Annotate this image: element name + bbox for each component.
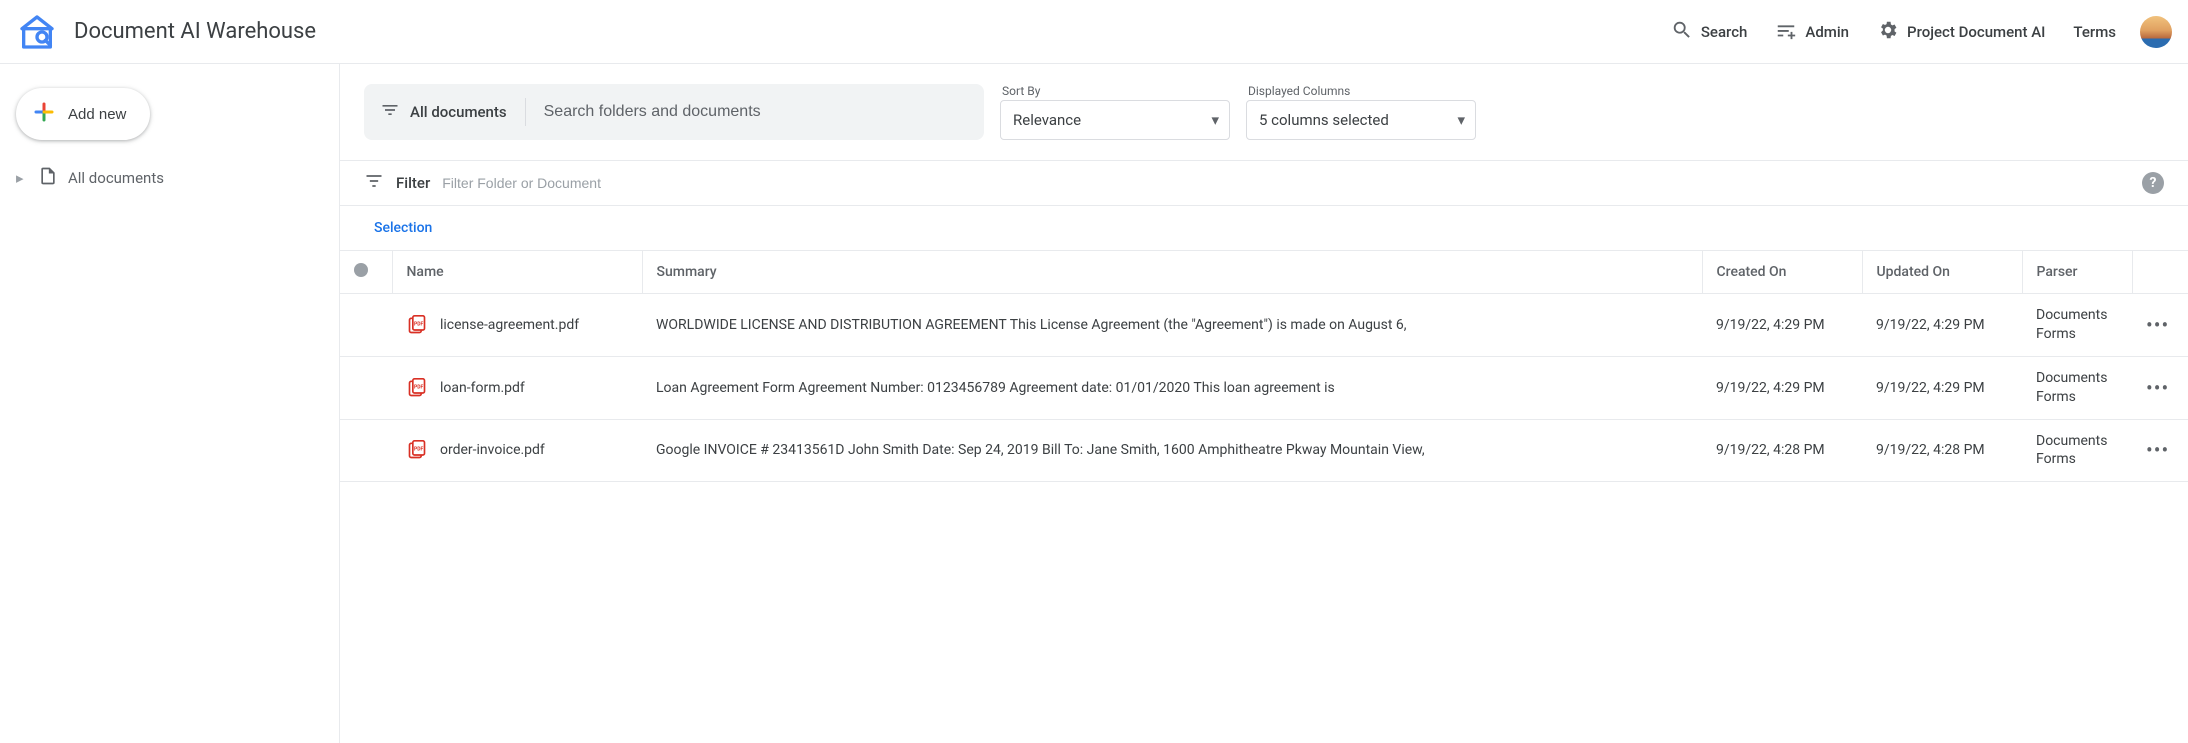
doc-parser-2: Forms <box>2036 388 2118 407</box>
filter-label: Filter <box>396 174 430 192</box>
svg-text:PDF: PDF <box>414 384 423 390</box>
gear-icon <box>1877 19 1899 45</box>
svg-text:PDF: PDF <box>414 447 423 453</box>
col-header-summary[interactable]: Summary <box>642 251 1702 294</box>
doc-updated: 9/19/22, 4:29 PM <box>1862 294 2022 357</box>
documents-table: Name Summary Created On Updated On Parse… <box>340 251 2188 482</box>
sort-by-select[interactable]: Relevance ▾ <box>1000 100 1230 140</box>
doc-updated: 9/19/22, 4:29 PM <box>1862 356 2022 419</box>
app-title: Document AI Warehouse <box>74 19 316 44</box>
doc-created: 9/19/22, 4:29 PM <box>1702 356 1862 419</box>
search-scope-dropdown[interactable]: All documents <box>380 98 526 126</box>
doc-parser-1: Documents <box>2036 432 2118 451</box>
sidebar-item-all-documents[interactable]: ▸ All documents <box>12 160 327 196</box>
document-icon <box>38 166 58 190</box>
search-icon <box>1671 19 1693 45</box>
doc-summary: WORLDWIDE LICENSE AND DISTRIBUTION AGREE… <box>656 315 1688 335</box>
col-header-parser[interactable]: Parser <box>2022 251 2132 294</box>
doc-summary: Loan Agreement Form Agreement Number: 01… <box>656 378 1688 398</box>
select-all-toggle[interactable] <box>354 263 368 277</box>
pdf-icon: PDF <box>406 439 428 461</box>
doc-parser-2: Forms <box>2036 450 2118 469</box>
avatar[interactable] <box>2140 16 2172 48</box>
row-more-menu[interactable]: ••• <box>2146 376 2169 400</box>
admin-button[interactable]: Admin <box>1775 19 1849 45</box>
doc-created: 9/19/22, 4:29 PM <box>1702 294 1862 357</box>
doc-created: 9/19/22, 4:28 PM <box>1702 419 1862 482</box>
sidebar: Add new ▸ All documents <box>0 64 340 743</box>
svg-text:PDF: PDF <box>414 321 423 327</box>
row-more-menu[interactable]: ••• <box>2146 438 2169 462</box>
displayed-columns-select[interactable]: 5 columns selected ▾ <box>1246 100 1476 140</box>
search-bar: All documents <box>364 84 984 140</box>
doc-name: license-agreement.pdf <box>440 317 579 333</box>
table-row[interactable]: PDF order-invoice.pdf Google INVOICE # 2… <box>340 419 2188 482</box>
col-header-created[interactable]: Created On <box>1702 251 1862 294</box>
doc-name: order-invoice.pdf <box>440 442 545 458</box>
main-panel: All documents Sort By Relevance ▾ Displa… <box>340 64 2188 743</box>
help-icon[interactable]: ? <box>2142 172 2164 194</box>
add-new-button[interactable]: Add new <box>16 88 150 140</box>
table-row[interactable]: PDF loan-form.pdf Loan Agreement Form Ag… <box>340 356 2188 419</box>
doc-parser-2: Forms <box>2036 325 2118 344</box>
filter-list-icon <box>380 100 400 124</box>
pdf-icon: PDF <box>406 377 428 399</box>
doc-name: loan-form.pdf <box>440 380 525 396</box>
doc-summary: Google INVOICE # 23413561D John Smith Da… <box>656 440 1688 460</box>
terms-label: Terms <box>2073 23 2116 41</box>
row-more-menu[interactable]: ••• <box>2146 313 2169 337</box>
table-header-row: Name Summary Created On Updated On Parse… <box>340 251 2188 294</box>
topbar: Document AI Warehouse Search Admin Proje… <box>0 0 2188 64</box>
search-scope-label: All documents <box>410 103 507 121</box>
project-label: Project Document AI <box>1907 23 2045 41</box>
chevron-down-icon: ▾ <box>1457 111 1465 129</box>
admin-label: Admin <box>1805 23 1849 41</box>
search-label: Search <box>1701 23 1748 41</box>
displayed-columns-label: Displayed Columns <box>1246 84 1476 98</box>
sort-by-control: Sort By Relevance ▾ <box>1000 84 1230 140</box>
plus-icon <box>32 100 56 128</box>
chevron-down-icon: ▾ <box>1211 111 1219 129</box>
project-button[interactable]: Project Document AI <box>1877 19 2045 45</box>
add-new-label: Add new <box>68 106 126 123</box>
app-logo <box>16 11 58 53</box>
sort-by-label: Sort By <box>1000 84 1230 98</box>
displayed-columns-value: 5 columns selected <box>1259 111 1389 129</box>
doc-parser-1: Documents <box>2036 369 2118 388</box>
filter-input[interactable] <box>442 175 742 191</box>
col-header-updated[interactable]: Updated On <box>1862 251 2022 294</box>
doc-updated: 9/19/22, 4:28 PM <box>1862 419 2022 482</box>
selection-link[interactable]: Selection <box>374 220 432 236</box>
filter-icon <box>364 171 384 195</box>
sort-by-value: Relevance <box>1013 111 1081 129</box>
doc-parser-1: Documents <box>2036 306 2118 325</box>
search-input[interactable] <box>544 103 968 121</box>
terms-link[interactable]: Terms <box>2073 23 2116 41</box>
search-button[interactable]: Search <box>1671 19 1748 45</box>
tune-icon <box>1775 19 1797 45</box>
expand-caret-icon[interactable]: ▸ <box>16 169 28 187</box>
pdf-icon: PDF <box>406 314 428 336</box>
sidebar-item-label: All documents <box>68 169 164 187</box>
table-row[interactable]: PDF license-agreement.pdf WORLDWIDE LICE… <box>340 294 2188 357</box>
displayed-columns-control: Displayed Columns 5 columns selected ▾ <box>1246 84 1476 140</box>
col-header-name[interactable]: Name <box>392 251 642 294</box>
